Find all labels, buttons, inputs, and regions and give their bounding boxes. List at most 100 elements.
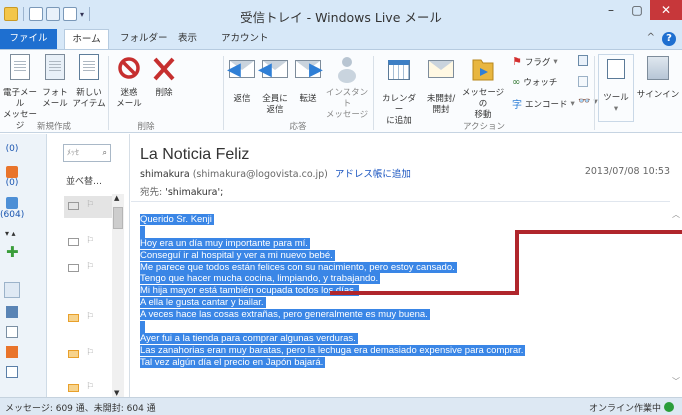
signin-button[interactable]: サインイン [636,54,680,101]
newsgroups-nav-icon[interactable] [6,366,18,378]
list-item[interactable]: ⚐ [64,196,112,218]
add-to-contacts-link[interactable]: アドレス帳に追加 [335,169,411,180]
copy-icon[interactable] [578,55,588,66]
body-line: Las zanahorias eran muy baratas, pero la… [140,344,526,356]
calendar-nav-icon[interactable] [6,306,18,318]
encoding-icon: 字 [512,100,522,111]
unread-read-button[interactable]: 未開封/ 開封 [421,54,461,116]
reply-button[interactable]: ◀ 返信 [226,54,258,105]
message-count-status: メッセージ: 609 通、未開封: 604 通 [5,404,156,414]
left-navigation: (0) (0) (604) ▾ ▴ ✚ [0,134,47,397]
scroll-down-icon[interactable]: ▼ [114,389,119,397]
photo-email-icon [40,54,70,84]
body-line: Mi hija mayor está también ocupada todos… [140,285,359,297]
add-to-calendar-button[interactable]: カレンダー に追加 [378,54,420,127]
search-icon: ⌕ [102,148,107,157]
watch-icon: ∞ [512,76,521,88]
flag-icon[interactable]: ⚐ [86,348,94,358]
search-input[interactable]: ﾒｯｾ ⌕ [63,144,111,162]
new-item-button[interactable]: 新しい アイテム [72,54,106,110]
close-button[interactable]: ✕ [650,0,682,20]
to-value[interactable]: 'shimakura'; [165,187,223,198]
forward-icon: ▶ [293,60,323,90]
message-body[interactable]: Querido Sr. Kenji Hoy era un día muy imp… [140,214,660,369]
scroll-up-icon[interactable]: ︿ [672,209,680,220]
newsgroup-icon[interactable] [6,197,18,209]
list-item[interactable]: ⚐ [64,344,112,366]
group-label-delete: 削除 [137,122,155,132]
message-list-scrollbar[interactable]: ▲ ▼ [112,194,124,397]
rss-icon[interactable] [6,166,18,178]
delete-icon [149,54,179,84]
nav-count-mail[interactable]: (0) [0,144,24,154]
message-date: 2013/07/08 10:53 [584,166,670,177]
read-envelope-icon [68,202,79,210]
list-item[interactable]: ⚐ [64,258,112,280]
junk-icon [114,54,144,84]
junk-button[interactable]: 迷惑 メール [112,54,146,110]
minimize-button[interactable]: – [598,0,624,20]
read-envelope-icon [68,238,79,246]
calendar-icon [384,60,414,90]
window-title: 受信トレイ - Windows Live メール [240,10,442,25]
scroll-thumb[interactable] [113,207,123,229]
instant-message-icon [332,54,362,84]
unread-envelope-icon [68,314,79,322]
scroll-up-icon[interactable]: ▲ [114,194,119,202]
list-item[interactable]: ⚐ [64,308,112,330]
body-line: Querido Sr. Kenji [140,214,214,225]
tab-view[interactable]: 表示 [178,29,197,49]
body-line: A ella le gusta cantar y bailar. [140,297,266,309]
unread-envelope-icon [68,350,79,358]
tools-button[interactable]: ツール ▾ [598,54,634,122]
scroll-down-icon[interactable]: ﹀ [672,376,680,387]
feeds-nav-icon[interactable] [6,346,18,358]
delete-button[interactable]: 削除 [148,54,180,99]
body-line: A veces hace las cosas extrañas, pero ge… [140,309,430,321]
flag-icon[interactable]: ⚐ [86,200,94,210]
paste-icon[interactable] [578,76,588,87]
collapse-ribbon-icon[interactable]: ^ [647,32,655,43]
body-line: Tal vez algún día el precio en Japón baj… [140,356,326,368]
nav-count-news[interactable]: (604) [0,210,24,220]
mail-nav-icon[interactable] [4,282,20,298]
reading-pane-scrollbar[interactable]: ︿ ﹀ [670,201,682,397]
photo-email-button[interactable]: フォト メール [40,54,70,110]
move-folder-icon [468,54,498,84]
unread-read-icon [426,60,456,90]
flag-button[interactable]: ⚑ フラグ ▾ [512,55,558,68]
nav-collapse-icon[interactable]: ▾ ▴ [5,229,16,238]
reply-all-button[interactable]: ◀ 全員に 返信 [258,54,291,116]
online-status[interactable]: オンライン作業中 [589,401,674,414]
ribbon-tabs: ファイル ホーム フォルダー 表示 アカウント ^ ? [0,29,682,49]
help-icon[interactable]: ? [662,32,676,46]
watch-button[interactable]: ∞ ウォッチ [512,76,557,89]
forward-button[interactable]: ▶ 転送 [292,54,324,105]
group-label-new: 新規作成 [36,122,71,132]
add-account-icon[interactable]: ✚ [6,245,19,260]
flag-icon[interactable]: ⚐ [86,262,94,272]
contacts-nav-icon[interactable] [6,326,18,338]
body-line: Conseguí ir al hospital y ver a mi nuevo… [140,249,335,261]
new-item-icon [74,54,104,84]
sender-name[interactable]: shimakura [140,169,190,180]
nav-count-feeds[interactable]: (0) [0,178,24,188]
reply-all-icon: ◀ [258,60,290,90]
tab-file[interactable]: ファイル [0,29,57,49]
instant-message-button[interactable]: インスタント メッセージ [324,54,370,121]
status-bar: メッセージ: 609 通、未開封: 604 通 オンライン作業中 [0,397,682,415]
encoding-button[interactable]: 字 エンコード ▾ [512,96,575,112]
tab-account[interactable]: アカウント [221,29,269,49]
flag-icon[interactable]: ⚐ [86,382,94,392]
sort-menu[interactable]: 並べ替… [66,174,102,187]
move-message-button[interactable]: メッセージの 移動 [460,54,506,121]
tab-folder[interactable]: フォルダー [120,29,168,49]
title-bar: ▾ 受信トレイ - Windows Live メール – ▢ ✕ [0,0,682,29]
email-message-icon [5,54,35,84]
list-item[interactable]: ⚐ [64,232,112,254]
body-line: Ayer fui a la tienda para comprar alguna… [140,332,358,344]
flag-icon[interactable]: ⚐ [86,312,94,322]
flag-icon[interactable]: ⚐ [86,236,94,246]
tab-home[interactable]: ホーム [64,29,109,49]
maximize-button[interactable]: ▢ [624,0,650,20]
